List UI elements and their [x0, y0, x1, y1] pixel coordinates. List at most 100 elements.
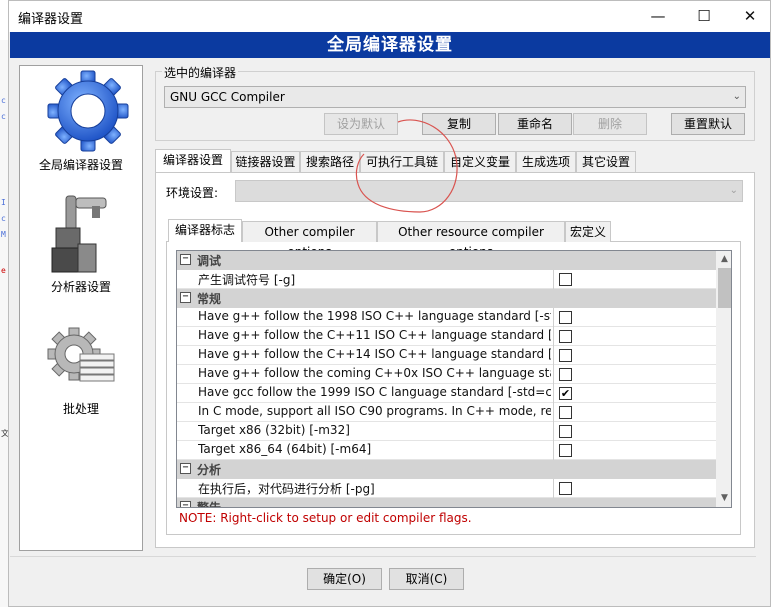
close-button[interactable]: ✕	[727, 1, 771, 32]
flag-option-row[interactable]: Target x86 (32bit) [-m32]	[177, 422, 716, 441]
editor-fragment: M	[1, 230, 6, 239]
nav-item-profiler[interactable]: 分析器设置	[20, 190, 142, 300]
flag-category-row[interactable]: − 调试	[177, 251, 716, 270]
tab-compiler-settings[interactable]: 编译器设置	[155, 149, 231, 172]
maximize-button[interactable]: ☐	[681, 1, 727, 32]
compiler-select[interactable]: GNU GCC Compiler ⌄	[164, 86, 746, 108]
flag-option-row[interactable]: Have g++ follow the C++11 ISO C++ langua…	[177, 327, 716, 346]
settings-nav: 全局编译器设置 分析器设置 批处理	[19, 65, 143, 551]
flags-note: NOTE: Right-click to setup or edit compi…	[179, 511, 472, 525]
reset-defaults-button[interactable]: 重置默认	[671, 113, 745, 135]
flag-category-label: 分析	[197, 463, 222, 477]
flag-option-label: Have g++ follow the C++11 ISO C++ langua…	[198, 328, 551, 342]
flag-option-row[interactable]: Have gcc follow the 1999 ISO C language …	[177, 384, 716, 403]
flag-checkbox[interactable]	[559, 330, 572, 343]
column-divider	[553, 308, 554, 327]
flag-category-label: 常规	[197, 292, 222, 306]
tab-build-options[interactable]: 生成选项	[516, 151, 576, 172]
chevron-down-icon: ⌄	[729, 185, 738, 196]
window-title: 编译器设置	[18, 12, 84, 27]
tab-linker-settings[interactable]: 链接器设置	[231, 151, 300, 172]
microscope-icon	[51, 195, 107, 273]
flag-category-row[interactable]: − 分析	[177, 460, 716, 479]
flag-option-row[interactable]: Target x86_64 (64bit) [-m64]	[177, 441, 716, 460]
cancel-button[interactable]: 取消(C)	[389, 568, 464, 590]
column-divider	[553, 346, 554, 365]
minimize-button[interactable]: —	[635, 1, 681, 32]
subtab-compiler-flags[interactable]: 编译器标志	[168, 219, 242, 242]
column-divider	[553, 441, 554, 460]
subtab-macros[interactable]: 宏定义	[565, 221, 611, 242]
column-divider	[553, 479, 554, 498]
flag-option-label: 在执行后，对代码进行分析 [-pg]	[198, 482, 375, 496]
title-bar: 编译器设置 — ☐ ✕	[9, 1, 770, 32]
flag-checkbox[interactable]	[559, 368, 572, 381]
flag-option-label: Have gcc follow the 1999 ISO C language …	[198, 385, 551, 399]
scrollbar-thumb[interactable]	[718, 268, 731, 308]
flag-option-row[interactable]: 产生调试符号 [-g]	[177, 270, 716, 289]
flag-category-row[interactable]: − 常规	[177, 289, 716, 308]
flag-checkbox[interactable]	[559, 444, 572, 457]
column-divider	[553, 327, 554, 346]
flag-checkbox[interactable]	[559, 349, 572, 362]
column-divider	[553, 365, 554, 384]
flag-checkbox[interactable]	[559, 406, 572, 419]
column-divider	[553, 422, 554, 441]
chevron-down-icon: ⌄	[732, 91, 741, 102]
nav-label-global-compiler: 全局编译器设置	[38, 158, 123, 172]
flag-option-label: Target x86_64 (64bit) [-m64]	[198, 442, 372, 456]
collapse-icon[interactable]: −	[180, 254, 191, 265]
environment-select[interactable]: ⌄	[235, 180, 743, 202]
collapse-icon[interactable]: −	[180, 463, 191, 474]
flag-option-label: Target x86 (32bit) [-m32]	[198, 423, 350, 437]
editor-fragment: I	[1, 198, 6, 207]
editor-fragment: c	[1, 96, 6, 105]
flag-option-label: Have g++ follow the 1998 ISO C++ languag…	[198, 309, 551, 323]
flag-checkbox[interactable]: ✔	[559, 387, 572, 400]
background-editor-strip: c c I c M e 文	[0, 40, 9, 607]
flag-option-row[interactable]: Have g++ follow the coming C++0x ISO C++…	[177, 365, 716, 384]
compiler-select-value: GNU GCC Compiler	[170, 90, 285, 104]
rename-button[interactable]: 重命名	[498, 113, 572, 135]
editor-fragment: c	[1, 214, 6, 223]
flag-option-row[interactable]: In C mode, support all ISO C90 programs.…	[177, 403, 716, 422]
flag-option-row[interactable]: 在执行后，对代码进行分析 [-pg]	[177, 479, 716, 498]
subtab-other-resource-compiler-options[interactable]: Other resource compiler options	[377, 221, 565, 259]
flag-checkbox[interactable]	[559, 482, 572, 495]
flag-checkbox[interactable]	[559, 311, 572, 324]
ok-button[interactable]: 确定(O)	[307, 568, 382, 590]
flag-option-label: Have g++ follow the C++14 ISO C++ langua…	[198, 347, 551, 361]
vertical-scrollbar[interactable]: ▲ ▼	[716, 251, 731, 507]
page-banner: 全局编译器设置	[10, 32, 770, 58]
column-divider	[553, 403, 554, 422]
editor-fragment: e	[1, 266, 6, 275]
scroll-up-icon[interactable]: ▲	[716, 251, 731, 268]
collapse-icon[interactable]: −	[180, 292, 191, 303]
flag-category-label: 警告	[197, 501, 222, 508]
flag-option-row[interactable]: Have g++ follow the 1998 ISO C++ languag…	[177, 308, 716, 327]
flag-checkbox[interactable]	[559, 425, 572, 438]
batch-gear-icon	[47, 327, 115, 382]
footer-divider	[10, 556, 756, 557]
flag-option-label: In C mode, support all ISO C90 programs.…	[198, 404, 551, 418]
nav-item-global-compiler[interactable]: 全局编译器设置	[20, 68, 142, 178]
flag-category-row[interactable]: − 警告	[177, 498, 716, 508]
environment-label: 环境设置:	[166, 186, 219, 200]
editor-fragment: c	[1, 112, 6, 121]
column-divider	[553, 384, 554, 403]
nav-item-batch[interactable]: 批处理	[20, 316, 142, 426]
delete-button[interactable]: 删除	[573, 113, 647, 135]
nav-label-batch: 批处理	[62, 402, 99, 416]
tab-other-settings[interactable]: 其它设置	[576, 151, 636, 172]
compiler-flags-grid: − 调试 产生调试符号 [-g] − 常规 Have g++ follow the 199…	[176, 250, 732, 508]
flag-checkbox[interactable]	[559, 273, 572, 286]
subtab-other-compiler-options[interactable]: Other compiler options	[242, 221, 377, 259]
flag-category-label: 调试	[197, 254, 222, 268]
nav-label-profiler: 分析器设置	[50, 280, 111, 294]
selected-compiler-label: 选中的编译器	[162, 64, 239, 81]
gear-icon	[47, 70, 129, 152]
collapse-icon[interactable]: −	[180, 501, 191, 507]
scroll-down-icon[interactable]: ▼	[716, 490, 731, 507]
flag-option-label: Have g++ follow the coming C++0x ISO C++…	[198, 366, 551, 380]
flag-option-row[interactable]: Have g++ follow the C++14 ISO C++ langua…	[177, 346, 716, 365]
